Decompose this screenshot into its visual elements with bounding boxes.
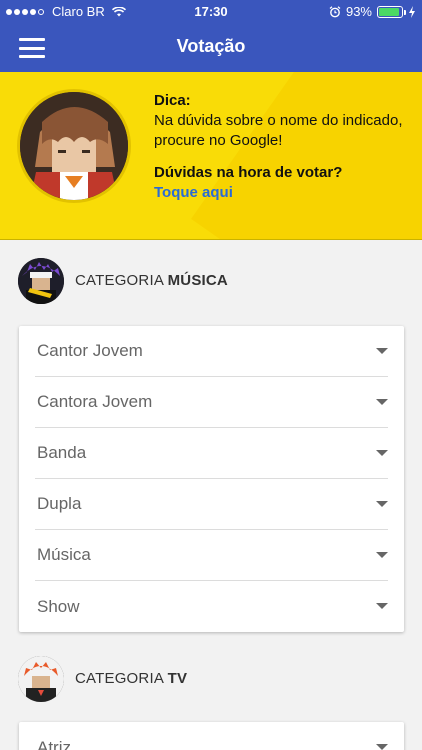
- tv-category-avatar: [18, 656, 64, 702]
- category-header-tv: CATEGORIA TV: [0, 652, 422, 708]
- caret-down-icon: [376, 501, 388, 507]
- battery-icon: [377, 5, 406, 18]
- status-bar: Claro BR 17:30 93%: [0, 0, 422, 22]
- category-prefix: CATEGORIA: [75, 272, 164, 289]
- caret-down-icon: [376, 348, 388, 354]
- category-header-music: CATEGORIA MÚSICA: [0, 254, 422, 310]
- dropdown-label: Banda: [37, 443, 87, 462]
- category-name: MÚSICA: [167, 272, 228, 289]
- dropdown-label: Música: [37, 545, 91, 564]
- music-category-avatar: [18, 258, 64, 304]
- tip-banner: Dica: Na dúvida sobre o nome do indicado…: [0, 72, 422, 240]
- dropdown-cantora-jovem[interactable]: Cantora Jovem: [35, 377, 388, 428]
- caret-down-icon: [376, 603, 388, 609]
- dropdown-label: Cantora Jovem: [37, 392, 153, 411]
- category-name: TV: [167, 670, 188, 687]
- dropdown-musica[interactable]: Música: [35, 530, 388, 581]
- dropdown-cantor-jovem[interactable]: Cantor Jovem: [35, 326, 388, 377]
- help-link[interactable]: Toque aqui: [154, 183, 414, 203]
- dropdown-atriz[interactable]: Atriz: [35, 722, 388, 750]
- caret-down-icon: [376, 744, 388, 750]
- tv-options-card: Atriz: [19, 722, 404, 750]
- category-prefix: CATEGORIA: [75, 670, 164, 687]
- dropdown-label: Show: [37, 596, 80, 616]
- caret-down-icon: [376, 552, 388, 558]
- category-label-tv: CATEGORIA TV: [75, 670, 187, 687]
- dropdown-label: Cantor Jovem: [37, 341, 143, 360]
- dropdown-label: Dupla: [37, 494, 82, 513]
- tip-question: Dúvidas na hora de votar?: [154, 164, 343, 181]
- tip-heading: Dica:: [154, 92, 191, 109]
- mascot-avatar: [17, 89, 131, 203]
- dropdown-show[interactable]: Show: [35, 581, 388, 632]
- charging-icon: [409, 5, 415, 18]
- caret-down-icon: [376, 399, 388, 405]
- category-label-music: CATEGORIA MÚSICA: [75, 272, 228, 289]
- tip-body: Na dúvida sobre o nome do indicado, proc…: [154, 112, 403, 149]
- dropdown-label: Atriz: [37, 737, 71, 750]
- page-title: Votação: [176, 36, 246, 56]
- music-options-card: Cantor Jovem Cantora Jovem Banda Dupla M…: [19, 326, 404, 632]
- caret-down-icon: [376, 450, 388, 456]
- dropdown-dupla[interactable]: Dupla: [35, 479, 388, 530]
- battery-percent: 93%: [345, 4, 372, 19]
- alarm-icon: [329, 5, 341, 17]
- app-header: Claro BR 17:30 93% Votação: [0, 0, 422, 72]
- tip-text: Dica: Na dúvida sobre o nome do indicado…: [154, 91, 414, 203]
- dropdown-banda[interactable]: Banda: [35, 428, 388, 479]
- status-right: 93%: [329, 4, 416, 19]
